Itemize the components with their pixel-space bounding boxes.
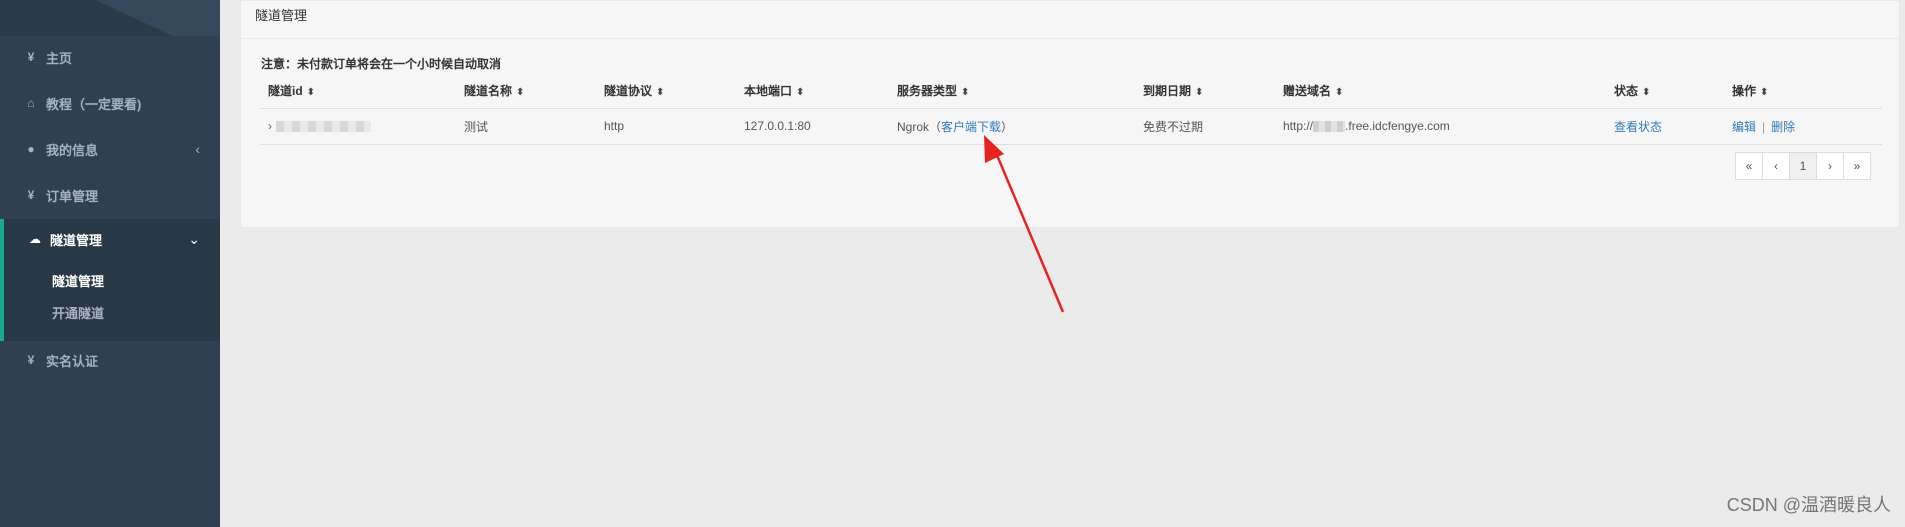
cell-server-type: Ngrok（客户端下载） [889,108,1135,145]
first-page-button[interactable]: « [1735,152,1763,180]
sidebar: ¥ 主页 ⌂ 教程（一定要看) ● 我的信息 ‹ ¥ 订单管理 ☁ 隧道管理 ⌄… [0,0,220,527]
sort-icon: ⬍ [656,87,665,99]
sort-icon: ⬍ [1195,87,1204,99]
sidebar-item-label: 主页 [46,50,73,66]
table-row: › 测试 http 127.0.0.1:80 Ngrok（客户端下载） 免费不过… [260,108,1882,145]
sidebar-item-home[interactable]: ¥ 主页 [0,37,220,77]
pagination: « ‹ 1 › » [1735,152,1871,180]
cell-domain: http://.free.idcfengye.com [1275,108,1606,145]
sidebar-item-label: 隧道管理 [50,232,103,248]
sidebar-item-my-info[interactable]: ● 我的信息 ‹ [0,129,220,169]
page-1-button[interactable]: 1 [1789,152,1817,180]
column-header-status[interactable]: 状态 ⬍ [1606,74,1724,109]
sort-icon: ⬍ [306,87,316,99]
delete-link[interactable]: 删除 [1771,120,1795,134]
cloud-icon: ☁ [29,232,41,246]
sidebar-item-label: 我的信息 [46,142,99,158]
column-header-port[interactable]: 本地端口 ⬍ [736,74,889,109]
column-header-domain[interactable]: 赠送域名 ⬍ [1275,74,1606,109]
edit-link[interactable]: 编辑 [1732,120,1756,134]
sidebar-item-label: 订单管理 [46,188,99,204]
table-header-row: 隧道id ⬍ 隧道名称 ⬍ 隧道协议 ⬍ 本地端口 ⬍ 服务器类型 ⬍ 到期日期 ⬍ 赠送域… [260,74,1882,109]
sort-icon: ⬍ [1760,87,1769,99]
cell-port: 127.0.0.1:80 [736,108,889,145]
user-icon: ● [27,142,35,156]
sort-icon: ⬍ [1335,87,1344,99]
cell-protocol: http [596,108,736,145]
sidebar-item-tunnels[interactable]: ☁ 隧道管理 ⌄ [0,219,220,341]
yen-icon: ¥ [27,353,35,367]
sort-icon: ⬍ [516,87,525,99]
column-header-name[interactable]: 隧道名称 ⬍ [456,74,596,109]
column-header-protocol[interactable]: 隧道协议 ⬍ [596,74,736,109]
subnav-tunnel-manage[interactable]: 隧道管理 [52,271,104,290]
action-separator: | [1762,119,1766,134]
column-header-actions[interactable]: 操作 ⬍ [1724,74,1882,109]
home-icon: ⌂ [27,96,35,110]
sort-icon: ⬍ [1642,87,1651,99]
tunnel-panel: 隧道管理 注意：未付款订单将会在一个小时候自动取消 隧道id ⬍ 隧道名称 ⬍ 隧道… [240,0,1900,228]
next-page-button[interactable]: › [1816,152,1844,180]
prev-page-button[interactable]: ‹ [1762,152,1790,180]
sidebar-item-realname[interactable]: ¥ 实名认证 [0,340,220,380]
cell-name: 测试 [456,108,596,145]
tunnel-table: 隧道id ⬍ 隧道名称 ⬍ 隧道协议 ⬍ 本地端口 ⬍ 服务器类型 ⬍ 到期日期 ⬍ 赠送域… [260,74,1882,145]
subnav-open-tunnel[interactable]: 开通隧道 [52,303,104,322]
cell-expire: 免费不过期 [1135,108,1275,145]
sort-icon: ⬍ [961,87,970,99]
yen-icon: ¥ [27,188,35,202]
column-header-id[interactable]: 隧道id ⬍ [260,74,456,109]
view-status-link[interactable]: 查看状态 [1614,120,1662,134]
redacted-subdomain [1313,121,1346,133]
notice-text: 注意：未付款订单将会在一个小时候自动取消 [261,57,502,71]
column-header-server-type[interactable]: 服务器类型 ⬍ [889,74,1135,109]
chevron-left-icon: ‹ [195,141,200,157]
panel-title: 隧道管理 [241,1,1899,39]
yen-icon: ¥ [27,50,35,64]
expand-row-icon[interactable]: › [268,119,272,133]
sidebar-item-orders[interactable]: ¥ 订单管理 [0,175,220,215]
cell-status: 查看状态 [1606,108,1724,145]
cell-tunnel-id: › [260,108,456,145]
sidebar-item-label: 教程（一定要看) [46,96,142,112]
client-download-link[interactable]: 客户端下载 [941,120,1001,134]
last-page-button[interactable]: » [1843,152,1871,180]
cell-actions: 编辑 | 删除 [1724,108,1882,145]
sidebar-header [0,0,220,36]
sidebar-item-tutorial[interactable]: ⌂ 教程（一定要看) [0,83,220,123]
chevron-down-icon: ⌄ [188,231,200,247]
watermark: CSDN @温酒暖良人 [1726,495,1891,515]
sort-icon: ⬍ [796,87,805,99]
redacted-id [276,121,371,133]
column-header-expire[interactable]: 到期日期 ⬍ [1135,74,1275,109]
sidebar-item-label: 实名认证 [46,353,99,369]
